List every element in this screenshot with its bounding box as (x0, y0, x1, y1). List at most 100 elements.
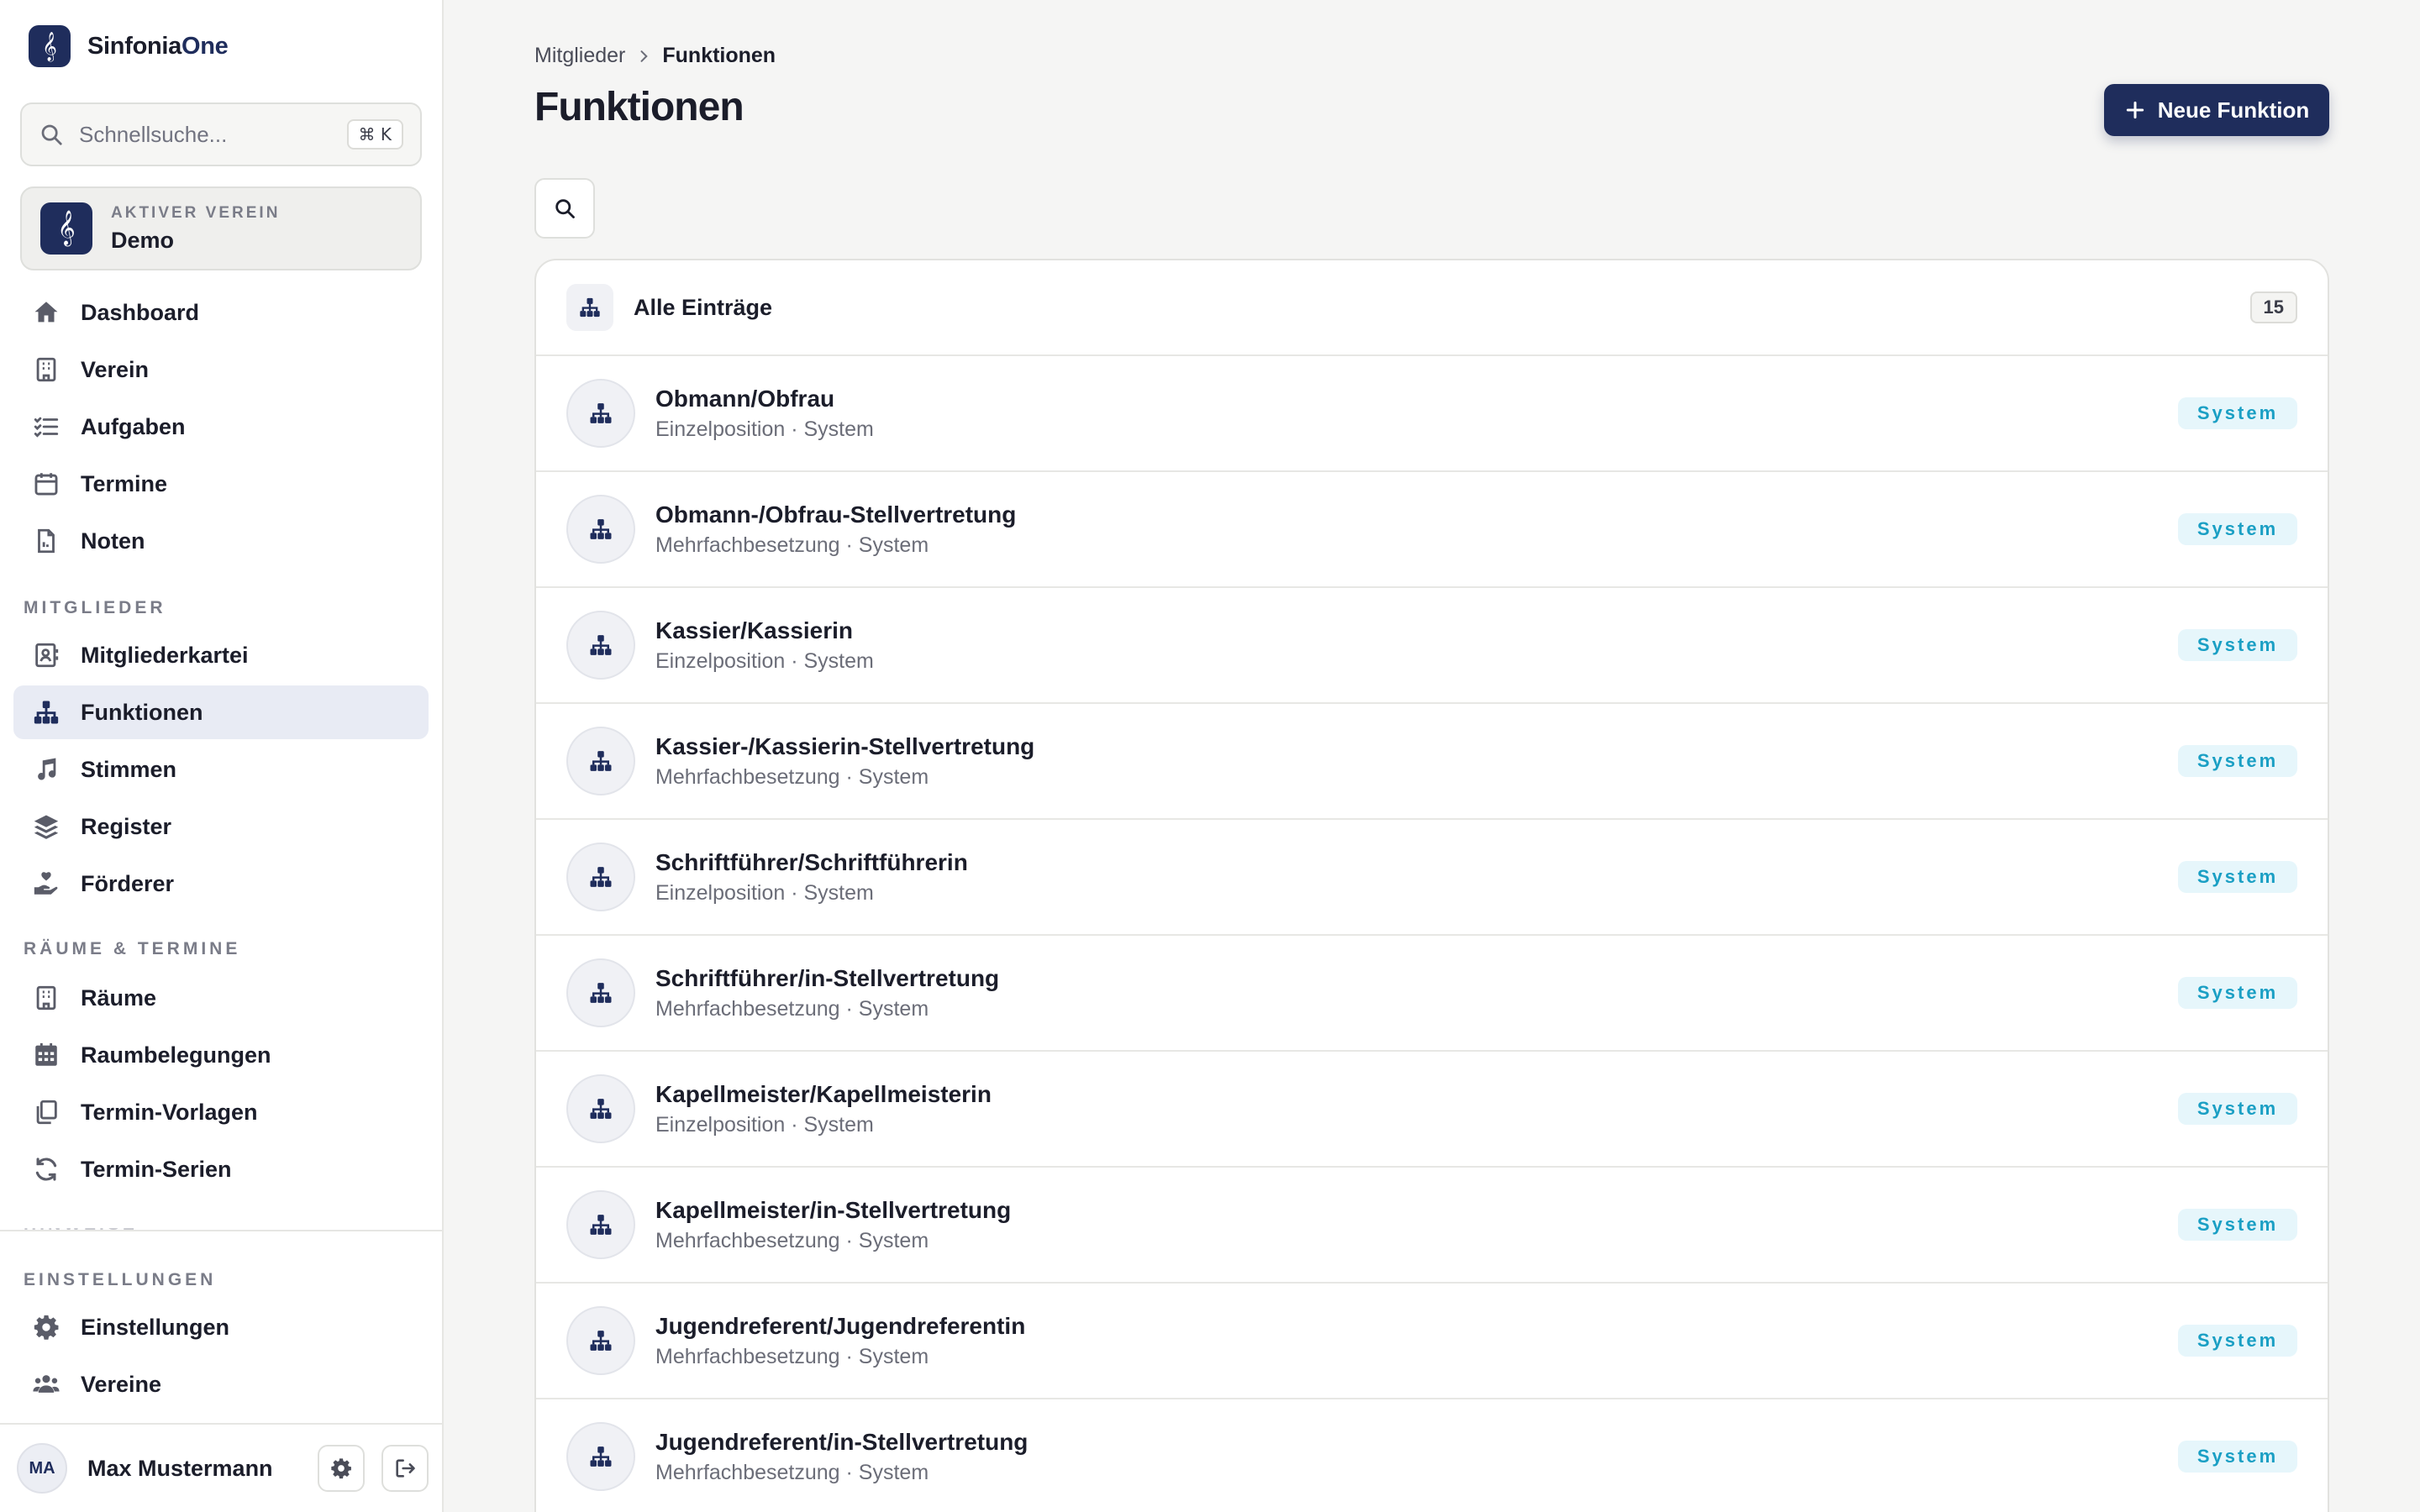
function-subtitle: Einzelposition · System (655, 648, 874, 673)
function-subtitle: Einzelposition · System (655, 417, 874, 441)
function-title: Kapellmeister/in-Stellvertretung (655, 1196, 1012, 1223)
hierarchy-icon (566, 727, 635, 795)
logout-button[interactable] (381, 1445, 429, 1492)
sidebar-item-aufgaben[interactable]: Aufgaben (13, 400, 429, 454)
list-header: Alle Einträge 15 (536, 260, 2328, 356)
section-label-einstellungen: EINSTELLUNGEN (24, 1270, 217, 1289)
section-label-mitglieder: MITGLIEDER (24, 598, 166, 617)
brand[interactable]: 𝄞 SinfoniaOne (29, 25, 229, 67)
sidebar-item-verein[interactable]: Verein (13, 343, 429, 396)
function-title: Jugendreferent/Jugendreferentin (655, 1312, 1026, 1339)
sidebar-item-termine[interactable]: Termine (13, 457, 429, 511)
new-function-button-label: Neue Funktion (2157, 97, 2310, 123)
gear-icon (34, 1315, 59, 1340)
gear-icon (331, 1458, 351, 1479)
home-icon (34, 302, 58, 323)
checklist-icon (34, 417, 59, 438)
sidebar-item-termin-vorlagen[interactable]: Termin-Vorlagen (13, 1085, 429, 1139)
function-title: Obmann-/Obfrau-Stellvertretung (655, 501, 1017, 528)
active-club-name: Demo (111, 227, 175, 253)
app-logo-icon: 𝄞 (29, 25, 71, 67)
function-title: Kassier/Kassierin (655, 617, 854, 643)
function-title: Jugendreferent/in-Stellvertretung (655, 1428, 1028, 1455)
search-placeholder: Schnellsuche... (79, 121, 228, 147)
list-item[interactable]: Kassier-/Kassierin-Stellvertretung Mehrf… (536, 704, 2328, 820)
hierarchy-icon (566, 958, 635, 1027)
function-subtitle: Einzelposition · System (655, 1112, 874, 1137)
system-badge: System (2178, 977, 2297, 1009)
list-item[interactable]: Kapellmeister/Kapellmeisterin Einzelposi… (536, 1052, 2328, 1168)
hierarchy-icon (566, 1074, 635, 1143)
sidebar-item-termin-serien[interactable]: Termin-Serien (13, 1142, 429, 1196)
sidebar-item-noten[interactable]: Noten (13, 514, 429, 568)
function-subtitle: Mehrfachbesetzung · System (655, 1228, 929, 1252)
list-item[interactable]: Schriftführer/Schriftführerin Einzelposi… (536, 820, 2328, 936)
document-icon (38, 528, 55, 554)
list-item[interactable]: Kassier/Kassierin Einzelposition · Syste… (536, 588, 2328, 704)
list-item[interactable]: Kapellmeister/in-Stellvertretung Mehrfac… (536, 1168, 2328, 1284)
active-club-switcher[interactable]: 𝄞 AKTIVER VEREIN Demo (20, 186, 422, 270)
sidebar-divider (0, 1423, 444, 1425)
user-name: Max Mustermann (87, 1455, 273, 1481)
calendar-grid-icon (35, 1042, 57, 1066)
system-badge: System (2178, 1093, 2297, 1125)
hierarchy-icon (566, 284, 613, 331)
search-icon (555, 199, 575, 218)
sidebar-divider (0, 1230, 444, 1231)
sidebar-item-vereine[interactable]: Vereine (13, 1357, 429, 1411)
function-title: Kapellmeister/Kapellmeisterin (655, 1080, 992, 1107)
system-badge: System (2178, 513, 2297, 545)
hierarchy-icon (566, 495, 635, 564)
hierarchy-icon (566, 1422, 635, 1491)
user-settings-button[interactable] (318, 1445, 365, 1492)
sidebar-item-dashboard[interactable]: Dashboard (13, 286, 429, 339)
breadcrumb-current: Funktionen (662, 44, 776, 67)
contact-card-icon (35, 643, 59, 668)
calendar-icon (34, 473, 58, 496)
avatar[interactable]: MA (17, 1443, 67, 1494)
sidebar-item-stimmen[interactable]: Stimmen (13, 743, 429, 796)
hierarchy-icon (566, 611, 635, 680)
sidebar-item-foerderer[interactable]: Förderer (13, 857, 429, 911)
list-item[interactable]: Jugendreferent/Jugendreferentin Mehrfach… (536, 1284, 2328, 1399)
list-rows: Obmann/Obfrau Einzelposition · System Sy… (536, 356, 2328, 1512)
hierarchy-icon (566, 843, 635, 911)
breadcrumb-link-mitglieder[interactable]: Mitglieder (534, 44, 625, 68)
sidebar-item-raeume[interactable]: Räume (13, 971, 429, 1025)
hand-heart-icon (34, 872, 58, 895)
sidebar-item-register[interactable]: Register (13, 800, 429, 853)
hierarchy-icon (566, 379, 635, 448)
quick-search-input[interactable]: Schnellsuche... ⌘ K (20, 102, 422, 166)
music-note-icon (38, 758, 56, 780)
list-item[interactable]: Obmann-/Obfrau-Stellvertretung Mehrfachb… (536, 472, 2328, 588)
club-logo-icon: 𝄞 (40, 202, 92, 255)
function-subtitle: Einzelposition · System (655, 880, 874, 905)
copy-icon (36, 1100, 57, 1125)
function-subtitle: Mehrfachbesetzung · System (655, 533, 929, 557)
function-title: Kassier-/Kassierin-Stellvertretung (655, 732, 1035, 759)
sidebar-item-funktionen[interactable]: Funktionen (13, 685, 429, 739)
sidebar-item-einstellungen[interactable]: Einstellungen (13, 1300, 429, 1354)
sidebar-item-raumbelegungen[interactable]: Raumbelegungen (13, 1028, 429, 1082)
system-badge: System (2178, 1325, 2297, 1357)
chevron-right-icon (635, 48, 652, 65)
list-item[interactable]: Schriftführer/in-Stellvertretung Mehrfac… (536, 936, 2328, 1052)
function-subtitle: Mehrfachbesetzung · System (655, 1460, 929, 1484)
list-search-button[interactable] (534, 178, 595, 239)
hierarchy-icon (566, 1190, 635, 1259)
building-icon (36, 357, 56, 382)
logout-icon (396, 1459, 415, 1478)
list-header-title: Alle Einträge (634, 294, 773, 320)
breadcrumb: Mitglieder Funktionen (534, 44, 776, 68)
list-item[interactable]: Obmann/Obfrau Einzelposition · System Sy… (536, 356, 2328, 472)
list-item[interactable]: Jugendreferent/in-Stellvertretung Mehrfa… (536, 1399, 2328, 1512)
function-subtitle: Mehrfachbesetzung · System (655, 764, 929, 789)
building-icon (36, 985, 56, 1011)
functions-list: Alle Einträge 15 Obmann/Obfrau Einzelpos… (534, 259, 2329, 1512)
sidebar-item-mitgliederkartei[interactable]: Mitgliederkartei (13, 628, 429, 682)
new-function-button[interactable]: Neue Funktion (2104, 84, 2329, 136)
users-icon (33, 1375, 60, 1393)
entry-count-badge: 15 (2249, 291, 2297, 323)
system-badge: System (2178, 1441, 2297, 1473)
search-icon (41, 124, 62, 145)
